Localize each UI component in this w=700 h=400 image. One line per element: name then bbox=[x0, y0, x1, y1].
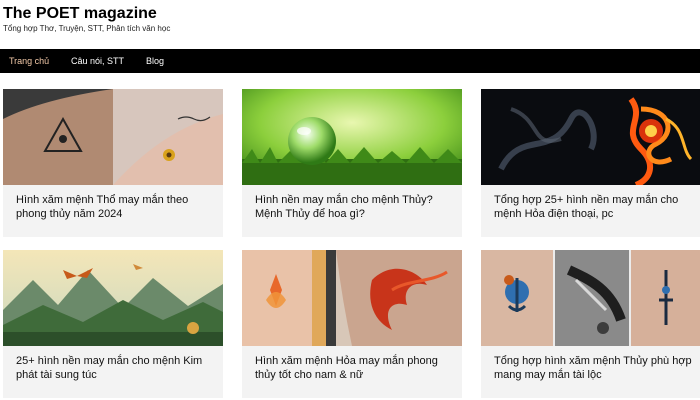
post-title[interactable]: Hình xăm mệnh Hỏa may mắn phong thủy tốt… bbox=[255, 354, 455, 382]
nav-item-home[interactable]: Trang chủ bbox=[9, 49, 49, 73]
post-card[interactable]: Hình xăm mệnh Thổ may mắn theo phong thủ… bbox=[3, 89, 223, 237]
post-thumbnail[interactable] bbox=[242, 250, 462, 346]
post-card[interactable]: Tổng hợp 25+ hình nền may mắn cho mệnh H… bbox=[481, 89, 700, 237]
post-thumbnail[interactable] bbox=[481, 89, 700, 185]
post-card[interactable]: Hình nền may mắn cho mệnh Thủy? Mệnh Thủ… bbox=[242, 89, 462, 237]
post-thumbnail[interactable] bbox=[3, 89, 223, 185]
main-navbar: Trang chủ Câu nói, STT Blog bbox=[0, 49, 700, 73]
post-title[interactable]: Hình nền may mắn cho mệnh Thủy? Mệnh Thủ… bbox=[255, 193, 455, 221]
site-title[interactable]: The POET magazine bbox=[3, 5, 157, 23]
post-thumbnail[interactable] bbox=[3, 250, 223, 346]
post-title[interactable]: Hình xăm mệnh Thổ may mắn theo phong thủ… bbox=[16, 193, 216, 221]
post-title[interactable]: 25+ hình nền may mắn cho mệnh Kim phát t… bbox=[16, 354, 216, 382]
post-thumbnail[interactable] bbox=[481, 250, 700, 346]
post-title[interactable]: Tổng hợp 25+ hình nền may mắn cho mệnh H… bbox=[494, 193, 694, 221]
post-thumbnail[interactable] bbox=[242, 89, 462, 185]
site-tagline: Tổng hợp Thơ, Truyện, STT, Phân tích văn… bbox=[3, 24, 171, 33]
post-card[interactable]: Hình xăm mệnh Hỏa may mắn phong thủy tốt… bbox=[242, 250, 462, 398]
nav-item-blog[interactable]: Blog bbox=[146, 49, 164, 73]
post-title[interactable]: Tổng hợp hình xăm mệnh Thủy phù hợp mang… bbox=[494, 354, 694, 382]
nav-item-quotes[interactable]: Câu nói, STT bbox=[71, 49, 124, 73]
post-card[interactable]: 25+ hình nền may mắn cho mệnh Kim phát t… bbox=[3, 250, 223, 398]
post-card[interactable]: Tổng hợp hình xăm mệnh Thủy phù hợp mang… bbox=[481, 250, 700, 398]
